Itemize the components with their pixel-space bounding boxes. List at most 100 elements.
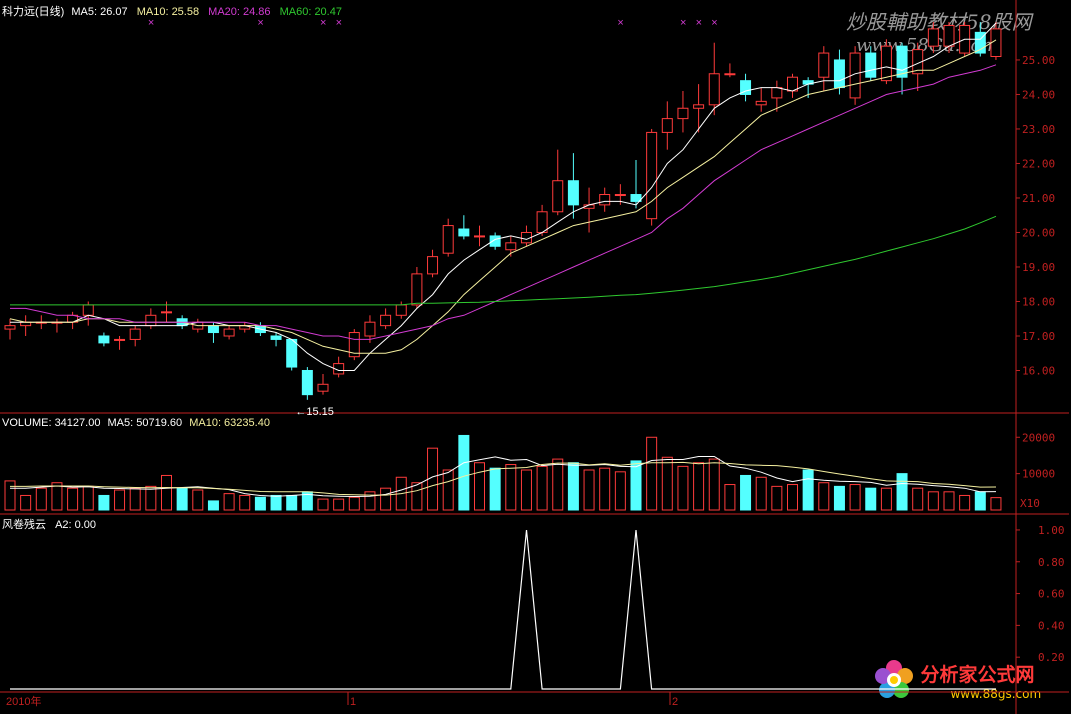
volume-bar bbox=[239, 494, 251, 511]
price-tick-label: 21.00 bbox=[1022, 192, 1055, 205]
price-tick-label: 18.00 bbox=[1022, 295, 1055, 308]
candle-body bbox=[301, 369, 313, 396]
volume-bar bbox=[411, 482, 423, 511]
candle-body bbox=[880, 45, 892, 82]
indicator-tick-label: 0.20 bbox=[1038, 651, 1065, 664]
signal-marker-icon: × bbox=[257, 17, 263, 29]
price-tick-label: 24.00 bbox=[1022, 88, 1055, 101]
volume-bar bbox=[270, 494, 282, 511]
candle-body bbox=[755, 100, 767, 106]
candle-body bbox=[114, 338, 126, 341]
candle-body bbox=[145, 314, 157, 327]
time-label-start: 2010年 bbox=[6, 694, 41, 708]
candle-body bbox=[927, 28, 939, 47]
signal-marker-icon: × bbox=[696, 17, 702, 29]
volume-bar bbox=[599, 467, 611, 511]
candle-body bbox=[833, 59, 845, 89]
volume-bar bbox=[724, 484, 736, 511]
candle-body bbox=[270, 335, 282, 340]
candle-body bbox=[207, 325, 219, 334]
volume-bar bbox=[380, 487, 392, 511]
candle-body bbox=[693, 104, 705, 109]
signal-marker-icon: × bbox=[320, 17, 326, 29]
candle-body bbox=[771, 87, 783, 99]
price-tick-label: 20.00 bbox=[1022, 226, 1055, 239]
volume-bar bbox=[787, 484, 798, 511]
signal-marker-icon: × bbox=[148, 17, 154, 29]
min-price-annotation: ←15.15 bbox=[295, 406, 334, 418]
candle-body bbox=[223, 328, 235, 337]
candle-body bbox=[536, 211, 548, 233]
candle-body bbox=[505, 242, 517, 251]
volume-tick-label: 10000 bbox=[1022, 468, 1055, 481]
volume-bar bbox=[333, 498, 345, 511]
volume-bar bbox=[693, 462, 705, 511]
candle-body bbox=[4, 325, 16, 330]
volume-bar bbox=[943, 491, 955, 511]
candle-body bbox=[442, 225, 454, 254]
volume-bar bbox=[254, 496, 266, 511]
candle-body bbox=[286, 338, 298, 368]
candle-body bbox=[990, 28, 1002, 58]
volume-tick-label: 20000 bbox=[1022, 431, 1055, 444]
candle-body bbox=[458, 228, 470, 237]
volume-bar bbox=[145, 485, 157, 511]
volume-bar bbox=[82, 485, 94, 511]
signal-marker-icon: × bbox=[680, 17, 686, 29]
signal-marker-icon: × bbox=[617, 17, 623, 29]
price-tick-label: 22.00 bbox=[1022, 157, 1055, 170]
volume-bar bbox=[849, 484, 861, 511]
candle-body bbox=[599, 194, 611, 206]
volume-bar bbox=[567, 462, 579, 511]
candle-body bbox=[364, 321, 376, 337]
volume-bar bbox=[614, 471, 626, 511]
indicator-tick-label: 1.00 bbox=[1038, 524, 1065, 537]
candle-body bbox=[474, 235, 485, 238]
price-ma20-line bbox=[10, 64, 997, 340]
price-tick-label: 23.00 bbox=[1022, 123, 1055, 136]
candle-body bbox=[661, 118, 673, 133]
volume-bar bbox=[67, 487, 79, 511]
indicator-tick-label: 0.40 bbox=[1038, 619, 1065, 632]
volume-bar bbox=[708, 458, 720, 511]
volume-ma5-line bbox=[10, 456, 997, 498]
volume-bar bbox=[630, 460, 642, 511]
volume-bar bbox=[192, 489, 204, 511]
volume-bar bbox=[740, 474, 752, 511]
candle-body bbox=[20, 321, 32, 327]
volume-bar bbox=[959, 494, 971, 511]
volume-bar bbox=[114, 489, 126, 511]
price-tick-label: 16.00 bbox=[1022, 364, 1055, 377]
price-ma5-line bbox=[10, 22, 997, 371]
candle-body bbox=[943, 24, 955, 47]
signal-marker-icon: × bbox=[336, 17, 342, 29]
volume-bar bbox=[912, 487, 924, 511]
volume-bar bbox=[223, 493, 235, 511]
volume-bar bbox=[20, 494, 32, 511]
volume-bar bbox=[974, 491, 986, 511]
volume-bar bbox=[755, 476, 767, 511]
volume-bar bbox=[176, 487, 188, 511]
volume-bar bbox=[489, 467, 501, 511]
indicator-tick-label: 0.60 bbox=[1038, 588, 1065, 601]
signal-marker-icon: × bbox=[711, 17, 717, 29]
candle-body bbox=[724, 73, 736, 76]
indicator-line bbox=[10, 529, 996, 690]
price-tick-label: 17.00 bbox=[1022, 330, 1055, 343]
volume-bar bbox=[646, 436, 658, 511]
volume-unit-label: X10 bbox=[1020, 497, 1040, 510]
candle-body bbox=[552, 180, 564, 213]
volume-bar bbox=[833, 485, 845, 511]
candle-body bbox=[489, 235, 501, 247]
volume-bar bbox=[771, 485, 783, 511]
volume-bar bbox=[865, 487, 877, 511]
candle-body bbox=[98, 335, 110, 344]
price-tick-label: 19.00 bbox=[1022, 261, 1055, 274]
volume-bar bbox=[35, 487, 47, 511]
volume-bar bbox=[129, 487, 141, 511]
volume-bar bbox=[207, 500, 219, 511]
volume-bar bbox=[98, 494, 110, 511]
candle-body bbox=[161, 311, 172, 314]
time-label-m1: 1 bbox=[350, 696, 356, 708]
price-tick-label: 25.00 bbox=[1022, 54, 1055, 67]
